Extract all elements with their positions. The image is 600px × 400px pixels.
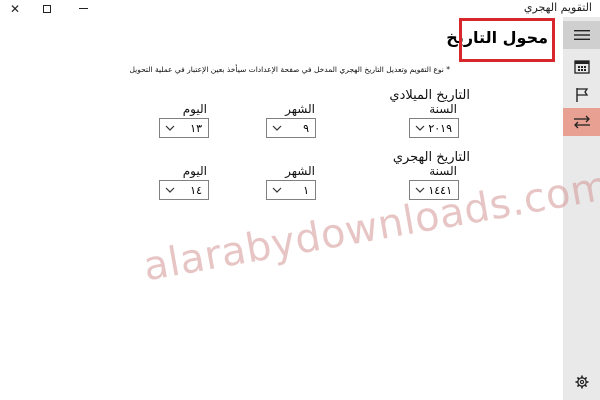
hijri-section-label: التاريخ الهجري bbox=[392, 150, 470, 165]
watermark-text: alarabydownloads.com bbox=[140, 162, 600, 291]
hijri-year-label: السنة bbox=[429, 164, 457, 178]
gregorian-month-value: ٩ bbox=[303, 121, 309, 135]
gregorian-year-value: ٢٠١٩ bbox=[428, 121, 452, 135]
gregorian-year-select[interactable]: ٢٠١٩ bbox=[409, 118, 459, 138]
maximize-button[interactable] bbox=[32, 0, 62, 17]
hijri-month-value: ١ bbox=[303, 183, 309, 197]
hijri-day-value: ١٤ bbox=[190, 183, 202, 197]
sidebar-item-calendar[interactable] bbox=[563, 52, 600, 80]
chevron-down-icon bbox=[415, 125, 425, 131]
highlight-box bbox=[459, 18, 555, 62]
gregorian-day-select[interactable]: ١٣ bbox=[159, 118, 209, 138]
hijri-month-select[interactable]: ١ bbox=[266, 180, 316, 200]
close-icon: ✕ bbox=[9, 1, 21, 16]
hijri-month-label: الشهر bbox=[285, 164, 315, 178]
hijri-day-select[interactable]: ١٤ bbox=[159, 180, 209, 200]
gregorian-year-label: السنة bbox=[429, 102, 457, 116]
hijri-day-label: اليوم bbox=[182, 164, 207, 178]
gear-icon bbox=[575, 375, 588, 389]
title-bar: ✕ التقويم الهجري bbox=[0, 0, 600, 17]
chevron-down-icon bbox=[165, 187, 175, 193]
flag-icon bbox=[575, 87, 588, 102]
gregorian-month-label: الشهر bbox=[285, 102, 315, 116]
sidebar-item-converter[interactable] bbox=[563, 108, 600, 136]
chevron-down-icon bbox=[272, 125, 282, 131]
close-button[interactable]: ✕ bbox=[0, 0, 30, 17]
gregorian-section-label: التاريخ الميلادي bbox=[389, 88, 470, 103]
minimize-icon bbox=[78, 8, 88, 9]
gregorian-day-label: اليوم bbox=[182, 102, 207, 116]
app-title: التقويم الهجري bbox=[523, 1, 592, 14]
gregorian-day-value: ١٣ bbox=[190, 121, 202, 135]
sidebar-item-menu[interactable] bbox=[563, 21, 600, 49]
sidebar-item-events[interactable] bbox=[563, 80, 600, 108]
hamburger-icon bbox=[573, 30, 590, 40]
minimize-button[interactable] bbox=[68, 0, 98, 17]
conversion-note: * نوع التقويم وتعديل التاريخ الهجري المد… bbox=[129, 65, 450, 74]
chevron-down-icon bbox=[272, 187, 282, 193]
chevron-down-icon bbox=[415, 187, 425, 193]
maximize-icon bbox=[43, 4, 51, 13]
gregorian-month-select[interactable]: ٩ bbox=[266, 118, 316, 138]
convert-arrows-icon bbox=[573, 115, 590, 129]
settings-button[interactable] bbox=[563, 370, 600, 394]
calendar-icon bbox=[573, 59, 590, 74]
chevron-down-icon bbox=[165, 125, 175, 131]
